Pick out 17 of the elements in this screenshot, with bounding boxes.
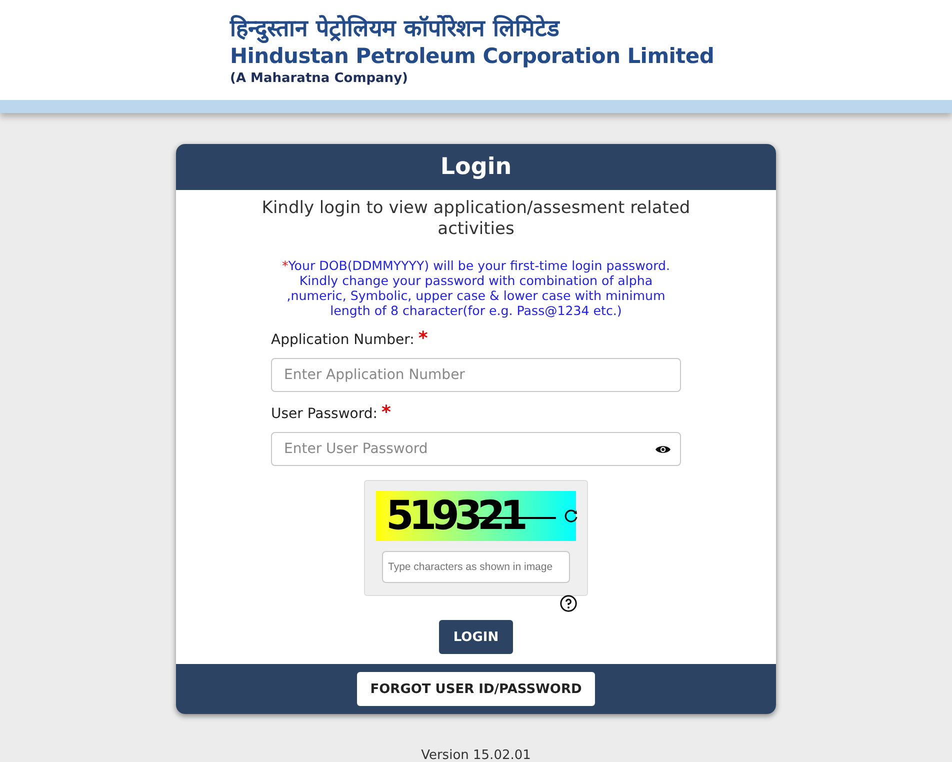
company-name-hindi: हिन्दुस्तान पेट्रोलियम कॉर्पोरेशन लिमिटेड [230,15,560,43]
password-field[interactable]: Enter User Password [271,432,681,466]
password-note: *Your DOB(DDMMYYYY) will be your first-time login password. Kindly change your password with combination of alpha ,numeric, Symbolic, upper case & lower case with minimum length of 8 character(for e.g. Pass@1234 etc.) [280,258,672,318]
company-tagline: (A Maharatna Company) [230,70,408,88]
forgot-password-button[interactable]: FORGOT USER ID/PASSWORD [357,672,595,706]
version-text: Version 15.02.01 [421,748,531,762]
application-number-field[interactable]: Enter Application Number [271,358,681,392]
company-name: Hindustan Petroleum Corporation Limited [230,43,714,69]
captcha-image: 519321 [376,491,576,541]
field-label: User Password: [271,406,378,422]
required-mark: * [381,406,391,420]
required-mark: * [418,332,428,346]
captcha-field[interactable]: Type characters as shown in image [382,551,570,583]
field-label: Application Number: [271,332,414,348]
login-title: Login [440,153,512,182]
login-button[interactable]: LOGIN [439,620,513,654]
intro-text: Kindly login to view application/assesment related activities [260,198,692,240]
